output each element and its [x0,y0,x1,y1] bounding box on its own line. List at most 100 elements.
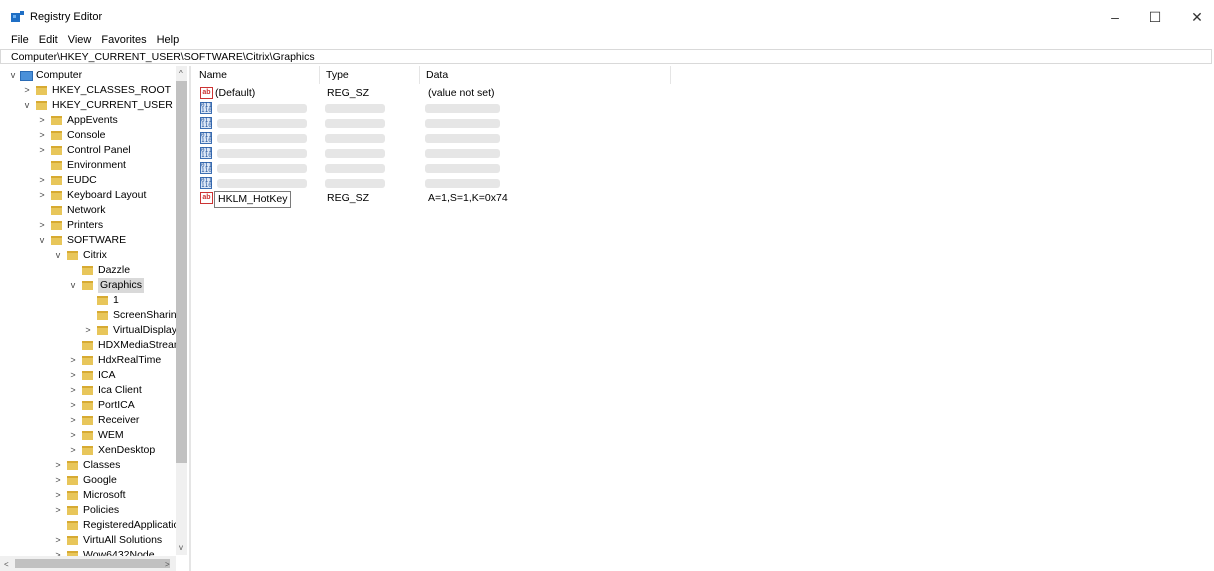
expand-chevron-icon[interactable]: > [53,458,63,473]
tree-item[interactable]: > Classes [53,458,120,473]
tree-hscroll-thumb[interactable] [15,559,170,568]
expand-chevron-icon[interactable]: > [53,533,63,548]
collapse-chevron-icon[interactable]: v [22,98,32,113]
menu-view[interactable]: View [62,32,96,49]
tree-item[interactable]: > PortICA [68,398,134,413]
tree-item[interactable]: RegisteredApplicatio [53,518,179,533]
folder-icon [67,521,78,530]
tree-item[interactable]: > Control Panel [37,143,130,158]
values-list: Name Type Data ab (Default) REG_SZ (value n… [193,66,1214,571]
maximize-button[interactable]: ☐ [1138,6,1172,28]
expand-chevron-icon[interactable]: > [37,188,47,203]
tree-item[interactable]: > Google [53,473,117,488]
folder-icon [82,446,93,455]
tree-item[interactable]: > XenDesktop [68,443,155,458]
expand-chevron-icon[interactable]: > [37,218,47,233]
folder-icon [82,416,93,425]
folder-icon [67,536,78,545]
tree-item[interactable]: > Keyboard Layout [37,188,146,203]
tree-item-label: Citrix [83,249,107,261]
tree-item[interactable]: > AppEvents [37,113,117,128]
tree-item[interactable]: Dazzle [68,263,130,278]
tree-item[interactable]: > Policies [53,503,119,518]
column-header-type[interactable]: Type [320,66,420,84]
column-header-name[interactable]: Name [193,66,320,84]
expand-chevron-icon[interactable]: > [68,383,78,398]
tree-item[interactable]: > HdxRealTime [68,353,161,368]
collapse-chevron-icon[interactable]: v [8,68,18,83]
expand-chevron-icon[interactable]: > [68,368,78,383]
expand-chevron-icon[interactable]: > [68,443,78,458]
value-row[interactable]: 011 110 [193,131,673,146]
tree-item[interactable]: 1 [83,293,119,308]
tree-item[interactable]: v Computer [8,68,82,83]
expand-chevron-icon[interactable]: > [53,473,63,488]
value-name[interactable]: HKLM_HotKey [214,191,292,208]
expand-chevron-icon[interactable]: > [68,398,78,413]
tree-item[interactable]: > ICA [68,368,115,383]
folder-icon [82,401,93,410]
collapse-chevron-icon[interactable]: v [68,278,78,293]
tree-item[interactable]: v Citrix [53,248,107,263]
tree-item[interactable]: > Receiver [68,413,139,428]
folder-icon [51,221,62,230]
value-row[interactable]: ab (Default) REG_SZ (value not set) [193,86,673,101]
address-bar[interactable]: Computer\HKEY_CURRENT_USER\SOFTWARE\Citr… [0,49,1212,64]
folder-icon [67,251,78,260]
value-row[interactable]: 011 110 [193,176,673,191]
expand-chevron-icon[interactable]: > [37,173,47,188]
expand-chevron-icon[interactable]: > [53,488,63,503]
tree-scroll-thumb[interactable] [176,81,187,463]
tree-item[interactable]: > Console [37,128,105,143]
tree-item[interactable]: > Printers [37,218,103,233]
scroll-up-icon[interactable]: ^ [179,69,183,78]
menu-help[interactable]: Help [151,32,184,49]
value-row[interactable]: 011 110 [193,116,673,131]
expand-chevron-icon[interactable]: > [68,428,78,443]
expand-chevron-icon[interactable]: > [68,353,78,368]
expand-chevron-icon[interactable]: > [37,143,47,158]
tree-item[interactable]: HDXMediaStream [68,338,183,353]
pane-splitter[interactable] [189,66,191,571]
tree-item[interactable]: > VirtualDisplayC [83,323,185,338]
expand-chevron-icon[interactable]: > [53,503,63,518]
value-row[interactable]: 011 110 [193,146,673,161]
tree-item[interactable]: > Ica Client [68,383,141,398]
value-row[interactable]: ab HKLM_HotKey REG_SZ A=1,S=1,K=0x74 [193,191,673,208]
tree-item[interactable]: > HKEY_CLASSES_ROOT [22,83,171,98]
tree-item-label: Google [83,474,117,486]
tree-item-label: VirtualDisplayC [113,324,185,336]
tree-item[interactable]: ScreenSharing [83,308,182,323]
tree-item[interactable]: > EUDC [37,173,96,188]
tree-item-label: XenDesktop [98,444,156,456]
tree-item-label: Policies [83,504,120,516]
scroll-left-icon[interactable]: < [4,560,9,569]
tree-item[interactable]: v HKEY_CURRENT_USER [22,98,173,113]
tree-item[interactable]: Environment [37,158,126,173]
column-header-data[interactable]: Data [420,66,671,84]
tree-item[interactable]: > Microsoft [53,488,125,503]
tree-item[interactable]: v Graphics [68,278,145,293]
tree-item[interactable]: Network [37,203,106,218]
expand-chevron-icon[interactable]: > [37,113,47,128]
scroll-right-icon[interactable]: > [165,560,170,569]
menu-favorites[interactable]: Favorites [95,32,150,49]
expand-chevron-icon[interactable]: > [37,128,47,143]
tree-item[interactable]: v SOFTWARE [37,233,126,248]
value-row[interactable]: 011 110 [193,161,673,176]
collapse-chevron-icon[interactable]: v [53,248,63,263]
tree-item[interactable]: > WEM [68,428,123,443]
collapse-chevron-icon[interactable]: v [37,233,47,248]
minimize-button[interactable]: – [1098,6,1132,28]
binary-value-icon: 011 110 [200,177,212,189]
menu-edit[interactable]: Edit [33,32,62,49]
tree-item[interactable]: > VirtuAll Solutions [53,533,162,548]
expand-chevron-icon[interactable]: > [22,83,32,98]
expand-chevron-icon[interactable]: > [83,323,93,338]
tree-item-label: Dazzle [98,264,131,276]
scroll-down-icon[interactable]: v [179,543,183,552]
value-row[interactable]: 011 110 [193,101,673,116]
close-button[interactable]: ✕ [1180,6,1214,28]
expand-chevron-icon[interactable]: > [68,413,78,428]
menu-file[interactable]: File [0,32,33,49]
